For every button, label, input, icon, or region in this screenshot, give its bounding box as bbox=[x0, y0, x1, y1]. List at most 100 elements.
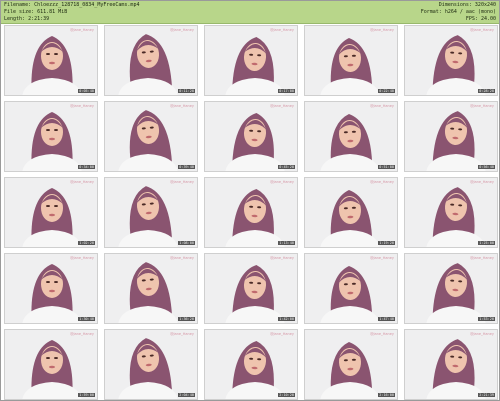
video-thumbnail: @Jane_Haney 2:04:40 bbox=[104, 329, 198, 400]
watermark-text: @Jane_Haney bbox=[369, 180, 394, 184]
frame-image bbox=[205, 330, 297, 399]
video-thumbnail: @Jane_Haney 1:02:20 bbox=[4, 177, 98, 248]
video-thumbnail: @Jane_Haney 0:39:40 bbox=[104, 101, 198, 172]
video-thumbnail: @Jane_Haney 1:36:20 bbox=[104, 253, 198, 324]
watermark-text: @Jane_Haney bbox=[469, 104, 494, 108]
video-thumbnail: @Jane_Haney 1:30:40 bbox=[4, 253, 98, 324]
frame-image bbox=[105, 254, 197, 323]
watermark-text: @Jane_Haney bbox=[169, 256, 194, 260]
timestamp-label: 1:19:20 bbox=[378, 241, 395, 245]
video-thumbnail: @Jane_Haney 0:45:20 bbox=[204, 101, 298, 172]
timestamp-label: 2:04:40 bbox=[178, 393, 195, 397]
video-thumbnail: @Jane_Haney 0:22:40 bbox=[304, 25, 398, 96]
frame-image bbox=[305, 178, 397, 247]
frame-image bbox=[205, 178, 297, 247]
watermark-text: @Jane_Haney bbox=[69, 104, 94, 108]
video-thumbnail: @Jane_Haney 0:17:00 bbox=[204, 25, 298, 96]
video-thumbnail: @Jane_Haney 1:42:00 bbox=[204, 253, 298, 324]
video-thumbnail: @Jane_Haney 2:10:20 bbox=[204, 329, 298, 400]
timestamp-label: 1:47:40 bbox=[378, 317, 395, 321]
timestamp-label: 1:13:40 bbox=[278, 241, 295, 245]
timestamp-label: 0:45:20 bbox=[278, 165, 295, 169]
watermark-text: @Jane_Haney bbox=[169, 180, 194, 184]
video-thumbnail: @Jane_Haney 1:13:40 bbox=[204, 177, 298, 248]
info-header: Filename: Chloezzz_128718_0834_MyFreeCam… bbox=[1, 1, 499, 24]
timestamp-label: 1:25:00 bbox=[478, 241, 495, 245]
watermark-text: @Jane_Haney bbox=[169, 28, 194, 32]
timestamp-label: 1:59:00 bbox=[78, 393, 95, 397]
video-thumbnail: @Jane_Haney 1:53:20 bbox=[404, 253, 498, 324]
video-thumbnail: @Jane_Haney 0:11:20 bbox=[104, 25, 198, 96]
frame-image bbox=[405, 330, 497, 399]
watermark-text: @Jane_Haney bbox=[169, 104, 194, 108]
fps-text: FPS: 24.00 bbox=[465, 16, 496, 22]
timestamp-label: 1:53:20 bbox=[478, 317, 495, 321]
video-thumbnail: @Jane_Haney 2:21:39 bbox=[404, 329, 498, 400]
frame-image bbox=[5, 330, 97, 399]
video-thumbnail: @Jane_Haney 1:19:20 bbox=[304, 177, 398, 248]
frame-image bbox=[205, 254, 297, 323]
watermark-text: @Jane_Haney bbox=[469, 332, 494, 336]
format-text: Format: h264 / aac (mono) bbox=[420, 9, 496, 15]
timestamp-label: 0:56:40 bbox=[478, 165, 495, 169]
filesize-text: File size: 611.81 MiB bbox=[4, 9, 68, 15]
timestamp-label: 1:02:20 bbox=[78, 241, 95, 245]
timestamp-label: 2:21:39 bbox=[478, 393, 495, 397]
watermark-text: @Jane_Haney bbox=[369, 104, 394, 108]
video-thumbnail: @Jane_Haney 1:25:00 bbox=[404, 177, 498, 248]
frame-image bbox=[105, 102, 197, 171]
watermark-text: @Jane_Haney bbox=[469, 28, 494, 32]
info-left: Filename: Chloezzz_128718_0834_MyFreeCam… bbox=[4, 2, 139, 23]
frame-image bbox=[5, 26, 97, 95]
timestamp-label: 0:39:40 bbox=[178, 165, 195, 169]
info-right: Dimensions: 320x240 Format: h264 / aac (… bbox=[421, 2, 496, 23]
frame-image bbox=[205, 26, 297, 95]
frame-image bbox=[405, 26, 497, 95]
video-thumbnail: @Jane_Haney 1:08:00 bbox=[104, 177, 198, 248]
watermark-text: @Jane_Haney bbox=[269, 104, 294, 108]
video-thumbnail: @Jane_Haney 0:05:40 bbox=[4, 25, 98, 96]
video-thumbnail: @Jane_Haney 0:28:20 bbox=[404, 25, 498, 96]
watermark-text: @Jane_Haney bbox=[369, 256, 394, 260]
timestamp-label: 1:42:00 bbox=[278, 317, 295, 321]
watermark-text: @Jane_Haney bbox=[269, 28, 294, 32]
frame-image bbox=[305, 254, 397, 323]
frame-image bbox=[405, 178, 497, 247]
frame-image bbox=[105, 330, 197, 399]
length-text: Length: 2:21:39 bbox=[4, 16, 50, 22]
watermark-text: @Jane_Haney bbox=[369, 332, 394, 336]
video-thumbnail: @Jane_Haney 0:56:40 bbox=[404, 101, 498, 172]
frame-image bbox=[305, 26, 397, 95]
watermark-text: @Jane_Haney bbox=[269, 332, 294, 336]
dimensions-text: Dimensions: 320x240 bbox=[438, 2, 496, 8]
timestamp-label: 0:05:40 bbox=[78, 89, 95, 93]
watermark-text: @Jane_Haney bbox=[69, 332, 94, 336]
thumbnail-grid: @Jane_Haney 0:05:40 @Jane_Haney 0:11:20 @Jan… bbox=[4, 25, 498, 400]
frame-image bbox=[105, 26, 197, 95]
watermark-text: @Jane_Haney bbox=[269, 256, 294, 260]
video-thumbnail: @Jane_Haney 1:47:40 bbox=[304, 253, 398, 324]
filename-text: Filename: Chloezzz_128718_0834_MyFreeCam… bbox=[4, 2, 140, 8]
timestamp-label: 0:34:00 bbox=[78, 165, 95, 169]
frame-image bbox=[405, 254, 497, 323]
video-thumbnail: @Jane_Haney 0:34:00 bbox=[4, 101, 98, 172]
timestamp-label: 1:08:00 bbox=[178, 241, 195, 245]
timestamp-label: 2:10:20 bbox=[278, 393, 295, 397]
frame-image bbox=[405, 102, 497, 171]
timestamp-label: 0:17:00 bbox=[278, 89, 295, 93]
timestamp-label: 1:30:40 bbox=[78, 317, 95, 321]
video-thumbnail: @Jane_Haney 2:16:00 bbox=[304, 329, 398, 400]
watermark-text: @Jane_Haney bbox=[169, 332, 194, 336]
watermark-text: @Jane_Haney bbox=[269, 180, 294, 184]
timestamp-label: 0:28:20 bbox=[478, 89, 495, 93]
timestamp-label: 2:16:00 bbox=[378, 393, 395, 397]
frame-image bbox=[5, 254, 97, 323]
frame-image bbox=[5, 102, 97, 171]
timestamp-label: 0:11:20 bbox=[178, 89, 195, 93]
watermark-text: @Jane_Haney bbox=[469, 256, 494, 260]
timestamp-label: 0:51:00 bbox=[378, 165, 395, 169]
frame-image bbox=[305, 102, 397, 171]
frame-image bbox=[105, 178, 197, 247]
video-thumbnail: @Jane_Haney 1:59:00 bbox=[4, 329, 98, 400]
frame-image bbox=[5, 178, 97, 247]
